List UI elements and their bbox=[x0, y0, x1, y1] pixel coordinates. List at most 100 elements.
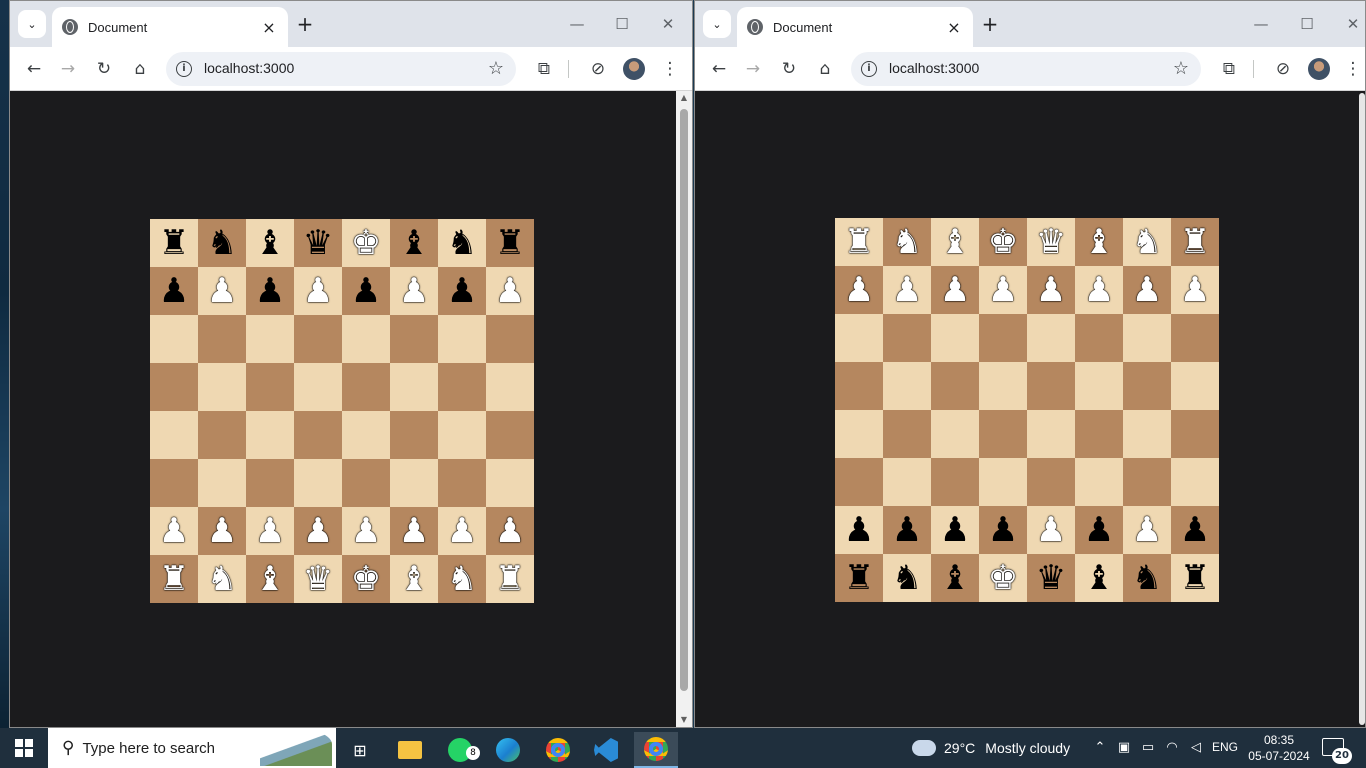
board-square[interactable] bbox=[835, 410, 883, 458]
board-square[interactable]: ♟ bbox=[342, 267, 390, 315]
black-knight-piece[interactable]: ♞ bbox=[892, 561, 922, 595]
white-pawn-piece[interactable]: ♟ bbox=[303, 514, 333, 548]
board-square[interactable] bbox=[342, 363, 390, 411]
black-bishop-piece[interactable]: ♝ bbox=[940, 561, 970, 595]
board-square[interactable] bbox=[150, 459, 198, 507]
board-square[interactable] bbox=[150, 363, 198, 411]
board-square[interactable]: ♚ bbox=[979, 554, 1027, 602]
tab-search-button[interactable]: ⌄ bbox=[18, 10, 46, 38]
vscode-button[interactable] bbox=[584, 732, 628, 768]
board-square[interactable] bbox=[294, 459, 342, 507]
board-square[interactable] bbox=[342, 459, 390, 507]
board-square[interactable] bbox=[1075, 314, 1123, 362]
input-language[interactable]: ENG bbox=[1212, 740, 1238, 754]
white-knight-piece[interactable]: ♞ bbox=[207, 562, 237, 596]
board-square[interactable] bbox=[1027, 458, 1075, 506]
black-knight-piece[interactable]: ♞ bbox=[447, 226, 477, 260]
board-square[interactable] bbox=[294, 363, 342, 411]
board-square[interactable]: ♟ bbox=[979, 506, 1027, 554]
tab-document[interactable]: Document × bbox=[737, 7, 973, 47]
board-square[interactable]: ♟ bbox=[198, 267, 246, 315]
board-square[interactable]: ♟ bbox=[979, 266, 1027, 314]
board-square[interactable]: ♜ bbox=[1171, 218, 1219, 266]
board-square[interactable] bbox=[835, 362, 883, 410]
black-pawn-piece[interactable]: ♟ bbox=[1084, 513, 1114, 547]
board-square[interactable]: ♟ bbox=[1171, 506, 1219, 554]
board-square[interactable] bbox=[486, 363, 534, 411]
board-square[interactable] bbox=[246, 411, 294, 459]
white-pawn-piece[interactable]: ♟ bbox=[351, 514, 381, 548]
scroll-up-icon[interactable]: ▲ bbox=[676, 91, 692, 105]
board-square[interactable]: ♟ bbox=[486, 507, 534, 555]
board-square[interactable] bbox=[1171, 458, 1219, 506]
board-square[interactable]: ♜ bbox=[835, 218, 883, 266]
black-knight-piece[interactable]: ♞ bbox=[207, 226, 237, 260]
board-square[interactable]: ♟ bbox=[1027, 266, 1075, 314]
edge-button[interactable] bbox=[486, 732, 530, 768]
white-pawn-piece[interactable]: ♟ bbox=[159, 514, 189, 548]
reload-icon[interactable]: ↻ bbox=[777, 57, 801, 81]
system-clock[interactable]: 08:35 05-07-2024 bbox=[1248, 732, 1310, 764]
white-pawn-piece[interactable]: ♟ bbox=[1180, 273, 1210, 307]
board-square[interactable] bbox=[931, 314, 979, 362]
volume-icon[interactable]: ◁ bbox=[1186, 738, 1206, 758]
board-square[interactable]: ♝ bbox=[246, 219, 294, 267]
white-king-piece[interactable]: ♚ bbox=[351, 226, 381, 260]
white-pawn-piece[interactable]: ♟ bbox=[255, 514, 285, 548]
black-pawn-piece[interactable]: ♟ bbox=[844, 513, 874, 547]
board-square[interactable]: ♝ bbox=[1075, 218, 1123, 266]
board-square[interactable] bbox=[342, 411, 390, 459]
white-king-piece[interactable]: ♚ bbox=[988, 225, 1018, 259]
board-square[interactable] bbox=[835, 458, 883, 506]
board-square[interactable]: ♟ bbox=[1027, 506, 1075, 554]
board-square[interactable]: ♛ bbox=[294, 555, 342, 603]
board-square[interactable]: ♚ bbox=[342, 555, 390, 603]
board-square[interactable]: ♟ bbox=[883, 506, 931, 554]
board-square[interactable] bbox=[1075, 362, 1123, 410]
board-square[interactable] bbox=[150, 411, 198, 459]
chevron-up-icon[interactable]: ⌃ bbox=[1090, 738, 1110, 758]
tab-close-icon[interactable]: × bbox=[260, 18, 278, 37]
board-square[interactable]: ♞ bbox=[883, 218, 931, 266]
weather-widget[interactable]: 29°C Mostly cloudy bbox=[912, 728, 1070, 768]
white-knight-piece[interactable]: ♞ bbox=[447, 562, 477, 596]
black-rook-piece[interactable]: ♜ bbox=[159, 226, 189, 260]
black-queen-piece[interactable]: ♛ bbox=[303, 226, 333, 260]
board-square[interactable] bbox=[1171, 314, 1219, 362]
black-pawn-piece[interactable]: ♟ bbox=[988, 513, 1018, 547]
board-square[interactable] bbox=[931, 458, 979, 506]
profile-avatar[interactable] bbox=[1308, 58, 1330, 80]
new-tab-button[interactable]: + bbox=[979, 13, 1001, 35]
black-pawn-piece[interactable]: ♟ bbox=[351, 274, 381, 308]
bookmark-star-icon[interactable]: ☆ bbox=[1173, 58, 1189, 79]
board-square[interactable] bbox=[246, 315, 294, 363]
reload-icon[interactable]: ↻ bbox=[92, 57, 116, 81]
battery-icon[interactable]: ▭ bbox=[1138, 738, 1158, 758]
board-square[interactable]: ♞ bbox=[438, 555, 486, 603]
board-square[interactable] bbox=[1075, 458, 1123, 506]
board-square[interactable]: ♟ bbox=[1075, 506, 1123, 554]
board-square[interactable] bbox=[390, 411, 438, 459]
board-square[interactable]: ♞ bbox=[883, 554, 931, 602]
white-pawn-piece[interactable]: ♟ bbox=[844, 273, 874, 307]
board-square[interactable] bbox=[198, 459, 246, 507]
white-pawn-piece[interactable]: ♟ bbox=[207, 514, 237, 548]
black-pawn-piece[interactable]: ♟ bbox=[447, 274, 477, 308]
white-pawn-piece[interactable]: ♟ bbox=[1084, 273, 1114, 307]
black-bishop-piece[interactable]: ♝ bbox=[1084, 561, 1114, 595]
board-square[interactable] bbox=[979, 362, 1027, 410]
address-bar[interactable]: i localhost:3000 ☆ bbox=[851, 52, 1201, 86]
board-square[interactable] bbox=[1123, 314, 1171, 362]
black-pawn-piece[interactable]: ♟ bbox=[255, 274, 285, 308]
close-button[interactable]: ✕ bbox=[1341, 13, 1365, 35]
board-square[interactable] bbox=[1123, 410, 1171, 458]
board-square[interactable]: ♞ bbox=[1123, 554, 1171, 602]
file-explorer-button[interactable] bbox=[388, 732, 432, 768]
board-square[interactable]: ♟ bbox=[835, 506, 883, 554]
board-square[interactable]: ♟ bbox=[150, 507, 198, 555]
board-square[interactable] bbox=[438, 411, 486, 459]
chrome-active-button[interactable] bbox=[634, 732, 678, 768]
white-rook-piece[interactable]: ♜ bbox=[495, 562, 525, 596]
board-square[interactable]: ♟ bbox=[1171, 266, 1219, 314]
windows-start-button[interactable] bbox=[0, 728, 48, 768]
